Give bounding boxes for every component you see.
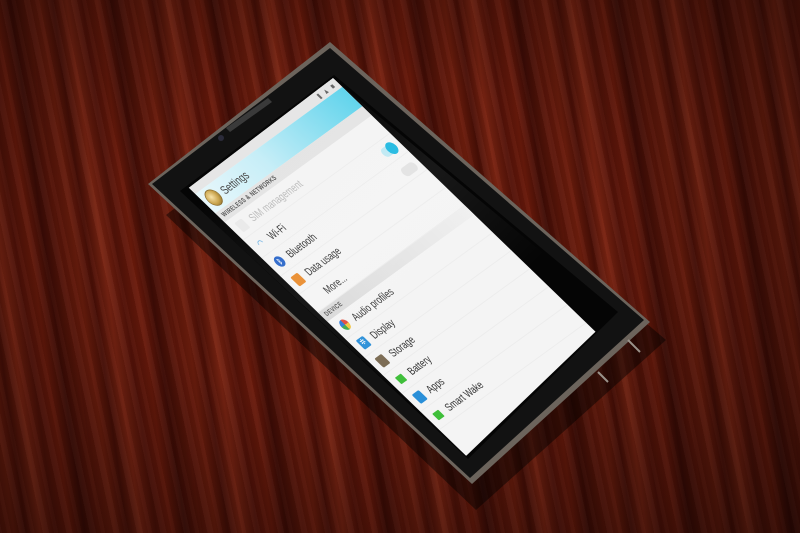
toggle-knob: [382, 139, 401, 156]
smart-wake-icon: [431, 409, 445, 421]
battery-icon-wrap: [393, 372, 409, 386]
smart-wake-icon-wrap: [430, 408, 446, 422]
sim-card-icon: [233, 218, 251, 233]
settings-item-label: Wi-Fi: [264, 221, 289, 242]
settings-item-label: Apps: [422, 375, 448, 396]
storage-icon: [373, 353, 391, 368]
wifi-icon: ◠: [254, 237, 268, 250]
bluetooth-icon: ᛒ: [271, 254, 288, 269]
apps-icon: [411, 389, 428, 404]
display-icon: ✲: [355, 335, 372, 350]
battery-icon: [394, 373, 408, 384]
data-usage-icon: [289, 272, 307, 287]
front-camera: [218, 135, 224, 141]
audio-profiles-icon: [336, 317, 353, 332]
wifi-toggle[interactable]: [378, 139, 401, 159]
bluetooth-toggle[interactable]: [399, 160, 420, 178]
